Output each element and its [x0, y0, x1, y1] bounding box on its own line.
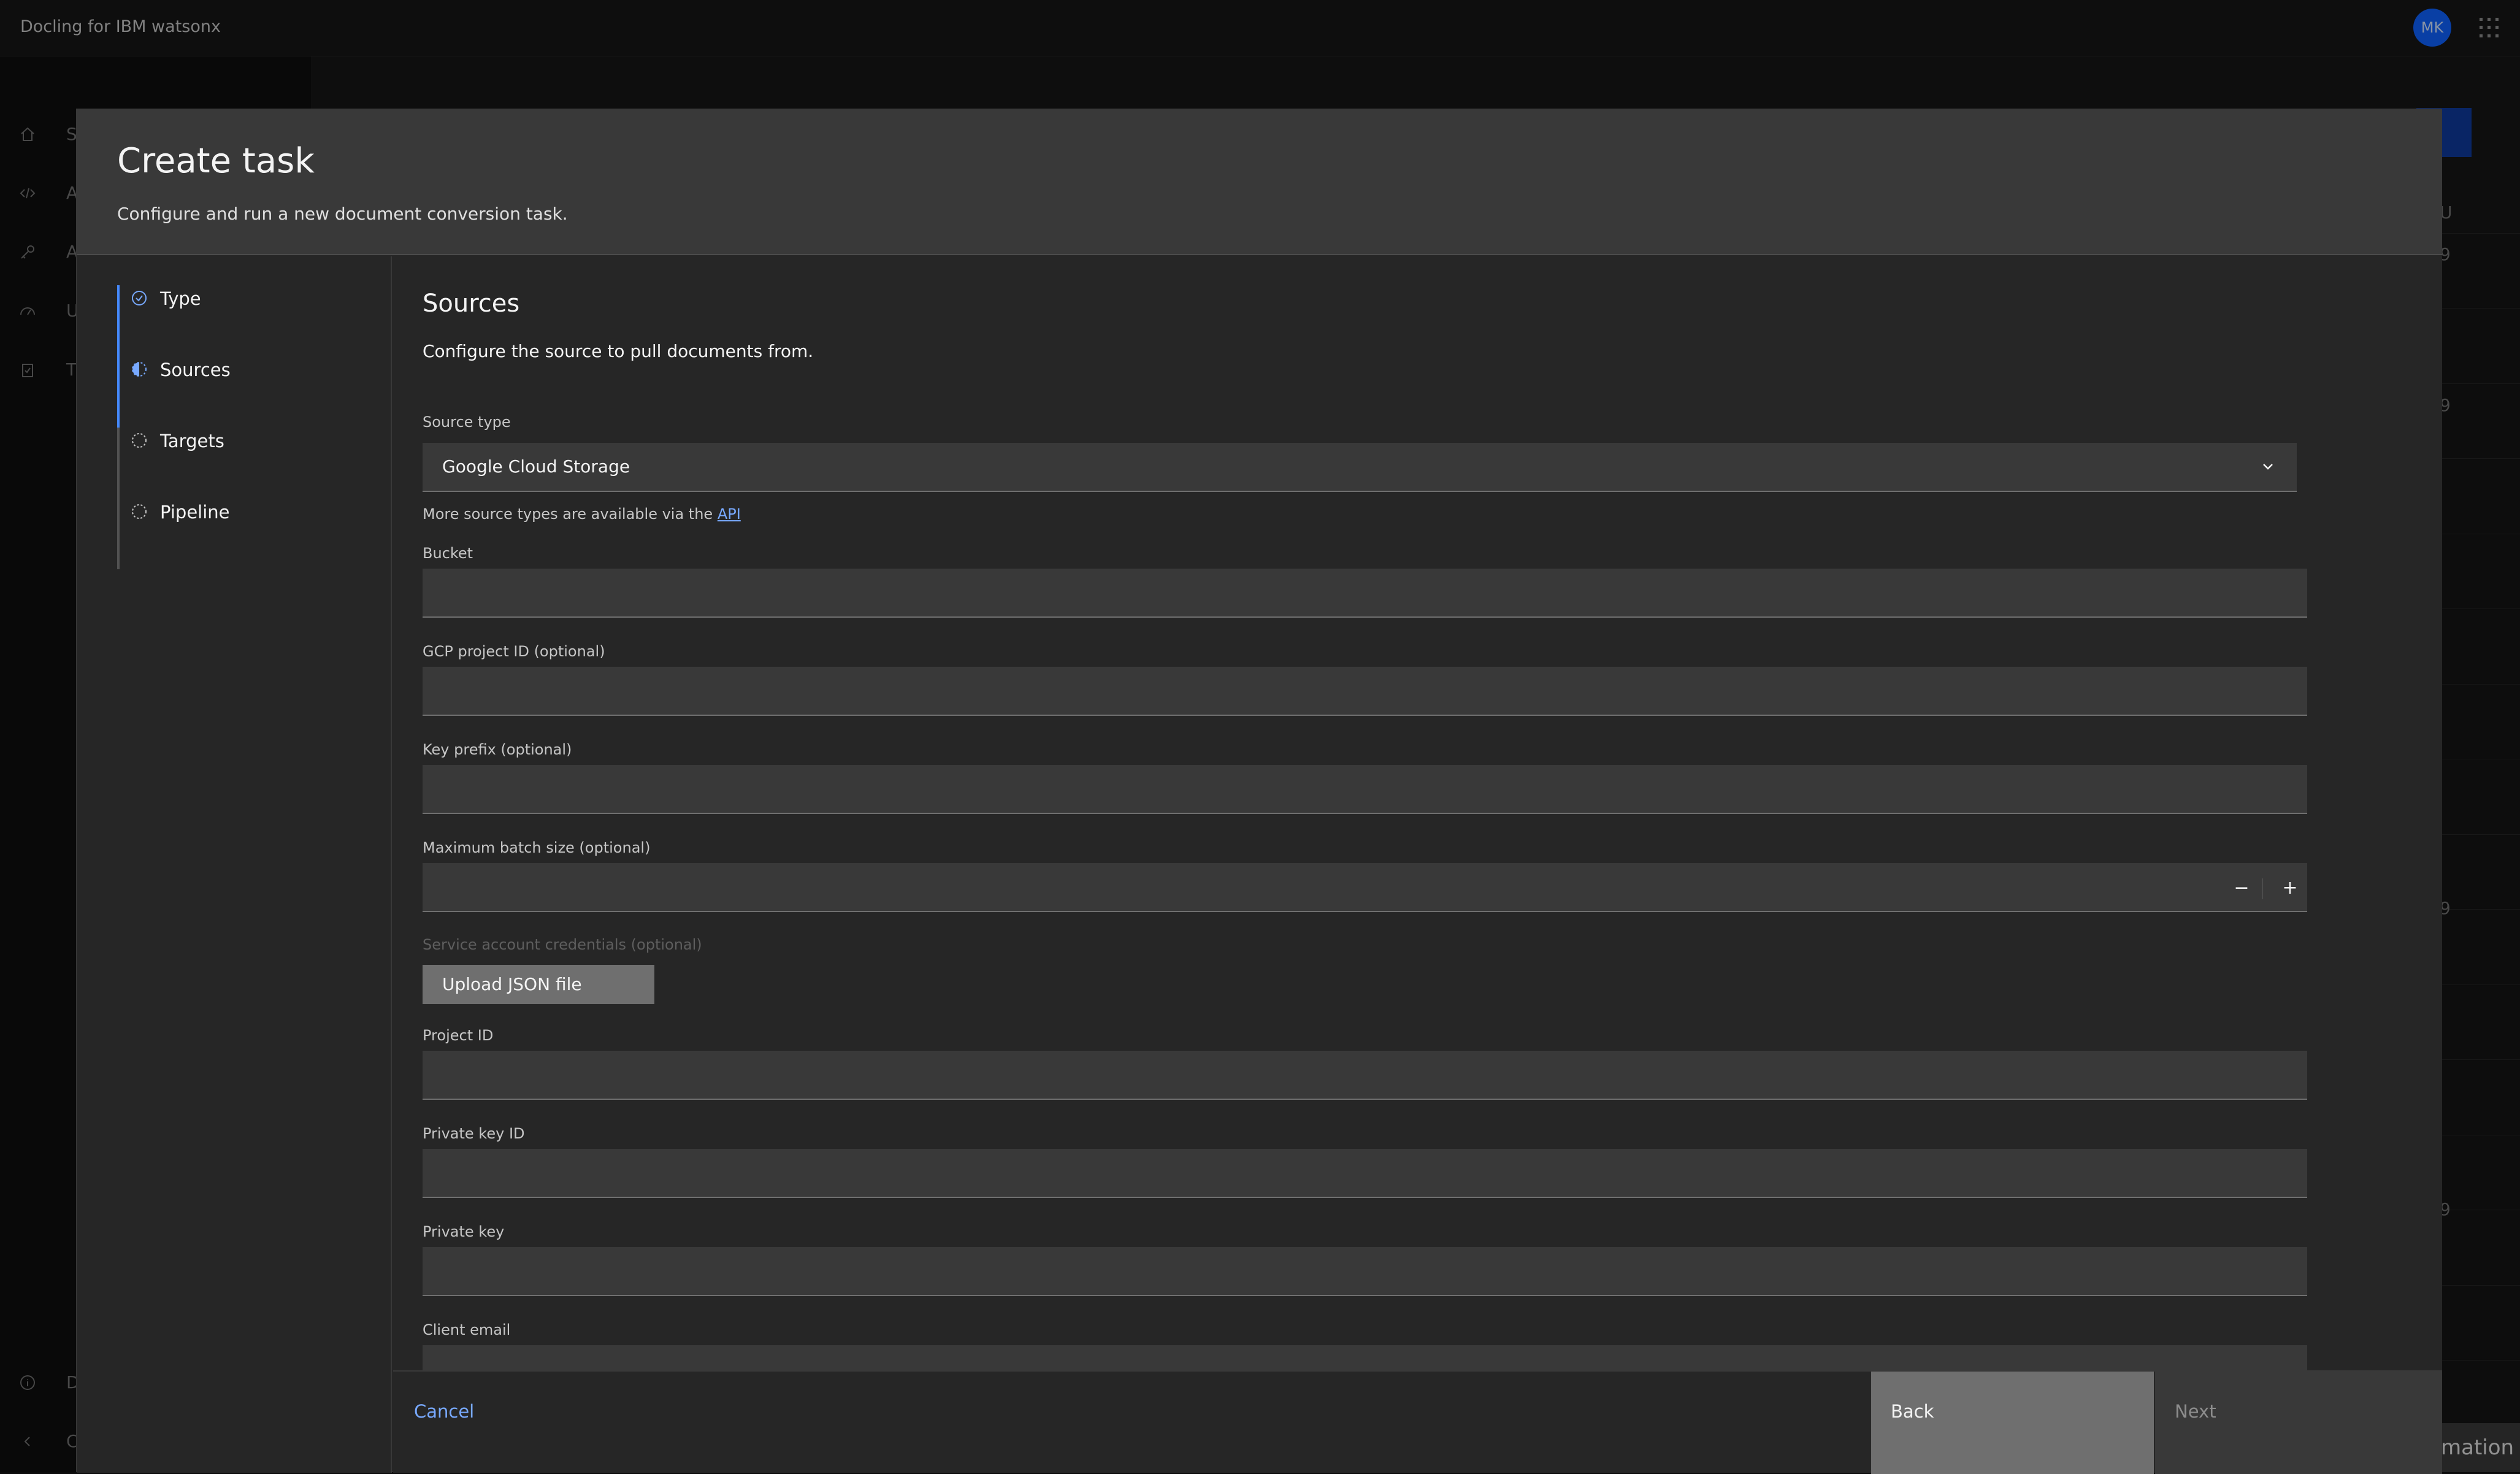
modal-form-body[interactable]: Sources Configure the source to pull doc… — [393, 256, 2442, 1370]
source-type-value: Google Cloud Storage — [442, 456, 630, 477]
private-key-label: Private key — [423, 1223, 505, 1240]
max-batch-label: Maximum batch size (optional) — [423, 839, 651, 856]
progress-indicator: Type Sources Targets Pipeline — [77, 256, 392, 1473]
private-key-id-label: Private key ID — [423, 1125, 525, 1142]
client-email-input[interactable] — [423, 1345, 2307, 1370]
modal-subtitle: Configure and run a new document convers… — [117, 204, 568, 224]
client-email-label: Client email — [423, 1321, 511, 1338]
gcp-project-id-label: GCP project ID (optional) — [423, 643, 605, 660]
step-targets[interactable]: Targets — [126, 422, 371, 459]
cancel-label: Cancel — [414, 1401, 475, 1422]
bucket-label: Bucket — [423, 545, 473, 562]
half-circle-icon — [132, 362, 147, 377]
step-sources[interactable]: Sources — [126, 351, 371, 388]
increment-button[interactable]: + — [2275, 873, 2305, 904]
section-title: Sources — [423, 290, 520, 318]
back-label: Back — [1891, 1401, 1934, 1422]
project-id-input[interactable] — [423, 1051, 2307, 1100]
back-button[interactable]: Back — [1871, 1372, 2154, 1474]
chevron-down-icon — [2263, 464, 2273, 470]
step-label: Targets — [160, 431, 224, 451]
private-key-input[interactable] — [423, 1247, 2307, 1296]
service-account-label: Service account credentials (optional) — [423, 936, 702, 953]
upload-json-button[interactable]: Upload JSON file — [423, 965, 654, 1004]
private-key-id-input[interactable] — [423, 1149, 2307, 1198]
project-id-label: Project ID — [423, 1027, 494, 1044]
checkmark-outline-icon — [132, 291, 147, 305]
max-batch-number-input[interactable] — [423, 863, 2307, 912]
source-type-label: Source type — [423, 413, 511, 431]
source-type-helper: More source types are available via the … — [423, 505, 741, 523]
step-type[interactable]: Type — [126, 280, 371, 317]
step-label: Pipeline — [160, 502, 230, 523]
source-type-select[interactable]: Google Cloud Storage — [423, 443, 2297, 492]
modal-header: Create task Configure and run a new docu… — [77, 109, 2442, 255]
create-task-modal: Create task Configure and run a new docu… — [76, 109, 2442, 1474]
step-label: Sources — [160, 359, 231, 380]
next-label: Next — [2175, 1401, 2216, 1422]
section-description: Configure the source to pull documents f… — [423, 341, 814, 361]
modal-footer: Cancel Back Next — [393, 1370, 2442, 1474]
key-prefix-input[interactable] — [423, 765, 2307, 814]
key-prefix-label: Key prefix (optional) — [423, 741, 572, 758]
dashed-circle-icon — [132, 504, 147, 519]
progress-rail-active — [117, 285, 120, 428]
cancel-button[interactable]: Cancel — [393, 1372, 1871, 1474]
next-button[interactable]: Next — [2155, 1372, 2442, 1474]
bucket-input[interactable] — [423, 569, 2307, 618]
modal-title: Create task — [117, 141, 315, 181]
api-link[interactable]: API — [718, 505, 741, 523]
step-pipeline[interactable]: Pipeline — [126, 493, 371, 530]
decrement-button[interactable]: − — [2226, 873, 2257, 904]
gcp-project-id-input[interactable] — [423, 667, 2307, 716]
helper-text: More source types are available via the — [423, 505, 718, 523]
step-label: Type — [160, 288, 201, 309]
dashed-circle-icon — [132, 433, 147, 448]
